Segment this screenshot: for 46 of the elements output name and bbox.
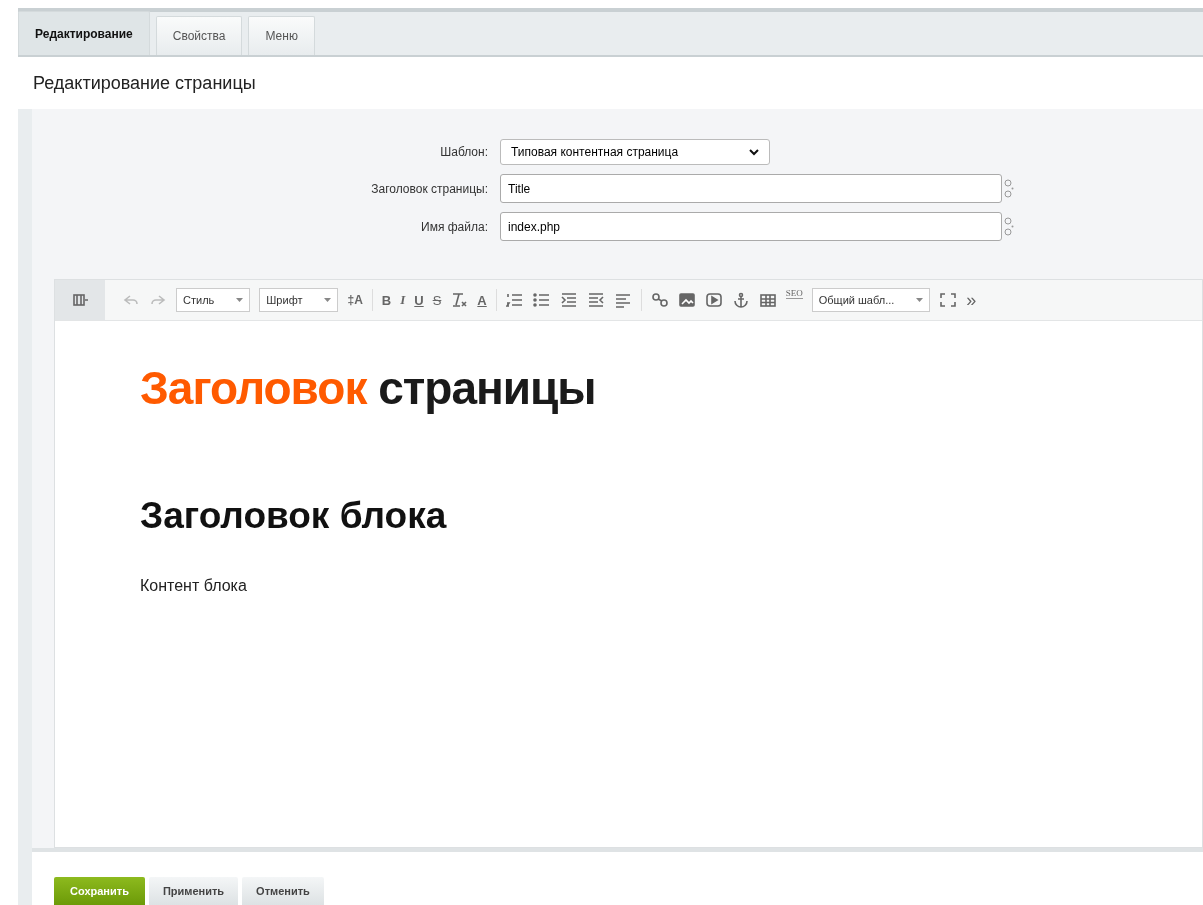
image-icon[interactable] bbox=[677, 292, 696, 308]
tab[interactable]: Свойства bbox=[155, 16, 243, 55]
outdent-icon[interactable] bbox=[586, 292, 605, 308]
strikethrough-button[interactable]: S bbox=[432, 292, 442, 308]
seo-button[interactable]: SEO bbox=[785, 288, 803, 299]
numbered-list-icon[interactable] bbox=[505, 292, 524, 308]
italic-button[interactable]: I bbox=[400, 292, 406, 308]
action-button[interactable]: Применить bbox=[148, 877, 239, 905]
source-icon[interactable] bbox=[55, 280, 105, 320]
clear-format-icon[interactable] bbox=[450, 292, 469, 308]
bold-button[interactable]: B bbox=[381, 292, 392, 308]
table-icon[interactable] bbox=[758, 292, 777, 308]
text-field[interactable]: index.php bbox=[500, 212, 1002, 241]
fullscreen-icon[interactable] bbox=[939, 292, 958, 308]
settings-icon[interactable] bbox=[1004, 215, 1014, 238]
block-text: Контент блока bbox=[140, 577, 248, 595]
caret-icon bbox=[916, 298, 924, 302]
template-select[interactable]: Типовая контентная страница bbox=[500, 139, 770, 165]
block-heading: Заголовок блока bbox=[140, 495, 448, 537]
underline-button[interactable]: U bbox=[414, 292, 424, 308]
indent-icon[interactable] bbox=[559, 292, 578, 308]
anchor-icon[interactable] bbox=[731, 292, 750, 308]
align-left-icon[interactable] bbox=[613, 292, 632, 308]
field-label: Имя файла: bbox=[420, 219, 489, 234]
field-label: Шаблон: bbox=[439, 145, 489, 159]
toolbar-dropdown[interactable]: Стиль bbox=[176, 288, 251, 312]
link-icon[interactable] bbox=[650, 292, 669, 308]
page-heading: Заголовок страницы bbox=[140, 361, 597, 415]
action-button[interactable]: Отменить bbox=[242, 877, 324, 905]
settings-icon[interactable] bbox=[1004, 177, 1014, 200]
font-size-button[interactable]: ‡A bbox=[347, 293, 363, 307]
chevron-down-icon bbox=[749, 148, 759, 156]
caret-icon bbox=[236, 298, 244, 302]
bullet-list-icon[interactable] bbox=[532, 292, 551, 308]
caret-icon bbox=[324, 298, 332, 302]
page-title: Редактирование страницы bbox=[33, 72, 256, 94]
play-icon[interactable] bbox=[704, 292, 723, 308]
text-field[interactable]: Title bbox=[500, 174, 1002, 203]
field-label: Заголовок страницы: bbox=[370, 181, 489, 196]
toolbar-dropdown[interactable]: Шрифт bbox=[259, 288, 339, 312]
tab[interactable]: Меню bbox=[248, 16, 315, 55]
toolbar-dropdown[interactable]: Общий шабл... bbox=[811, 288, 931, 312]
text-color-button[interactable]: A bbox=[477, 292, 487, 308]
editor-content[interactable]: Заголовок страницы Заголовок блока Контент блока bbox=[55, 321, 1202, 847]
tab[interactable]: Редактирование bbox=[18, 11, 150, 55]
more-button[interactable]: » bbox=[966, 289, 977, 311]
